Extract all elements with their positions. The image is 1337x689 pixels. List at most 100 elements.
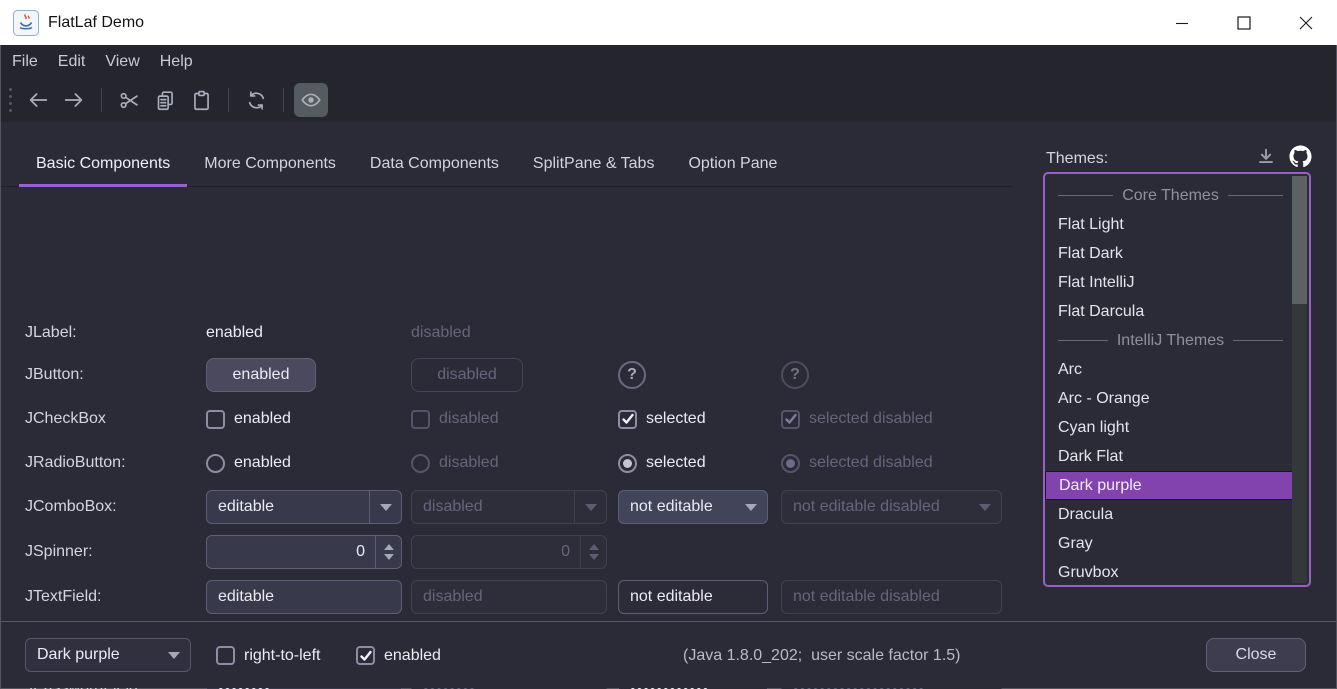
show-hidden-eye-icon [300, 89, 322, 111]
cut-button[interactable] [112, 83, 146, 117]
app-window: FlatLaf Demo File Edit View Help [0, 0, 1337, 689]
menu-edit[interactable]: Edit [48, 45, 96, 78]
combobox-dropdown-button[interactable] [369, 491, 401, 523]
theme-item-gruvbox[interactable]: Gruvbox [1045, 558, 1277, 587]
enabled-button[interactable]: enabled [206, 358, 316, 392]
combobox-not-editable[interactable]: not editable [618, 490, 768, 524]
themes-title: Themes: [1046, 150, 1108, 168]
themes-scrollbar-track[interactable] [1292, 176, 1307, 583]
themes-list-items: Core Themes Flat Light Flat Dark Flat In… [1045, 181, 1277, 587]
combobox-dropdown-button[interactable] [735, 491, 767, 523]
show-hidden-toggle-button[interactable] [294, 83, 328, 117]
spinner-disabled: 0 [411, 535, 607, 569]
combobox-dropdown-button[interactable] [158, 639, 190, 671]
tab-more-components[interactable]: More Components [187, 142, 353, 186]
close-window-button[interactable] [1275, 0, 1337, 45]
tab-option-pane[interactable]: Option Pane [671, 142, 794, 186]
theme-item-dark-flat[interactable]: Dark Flat [1045, 442, 1277, 471]
spinner-buttons [580, 536, 606, 568]
window-title: FlatLaf Demo [48, 14, 144, 32]
checkbox-enabled[interactable] [206, 410, 225, 429]
toolbar-grip-handle[interactable] [9, 88, 12, 112]
refresh-button[interactable] [239, 83, 273, 117]
theme-item-cyan-light[interactable]: Cyan light [1045, 413, 1277, 442]
jbutton-row: JButton: enabled disabled ? ? [1, 353, 1013, 397]
tab-basic-components[interactable]: Basic Components [19, 142, 187, 186]
minimize-button[interactable] [1151, 0, 1213, 45]
jtextfield-row: JTextField: editable disabled not editab… [1, 574, 1013, 620]
jcheckbox-row: JCheckBox enabled disabled selected sele… [1, 397, 1013, 441]
forward-button[interactable] [57, 83, 91, 117]
combobox-dropdown-button [574, 491, 606, 523]
checkbox-selected[interactable] [618, 410, 637, 429]
theme-item-dark-purple-selected[interactable]: Dark purple [1045, 471, 1293, 500]
jlabel-row: JLabel: enabled disabled [1, 313, 1013, 353]
chevron-down-icon [380, 504, 392, 511]
combobox-editable[interactable]: editable [206, 490, 402, 524]
textfield-editable[interactable]: editable [206, 580, 402, 614]
main-content: Basic Components More Components Data Co… [1, 122, 1336, 621]
radio-enabled[interactable] [206, 454, 225, 473]
label-enabled: enabled [206, 324, 263, 342]
jradiobutton-row-label: JRadioButton: [25, 454, 206, 472]
checkbox-disabled-label: disabled [439, 410, 499, 428]
lookandfeel-combobox[interactable]: Dark purple [25, 638, 191, 672]
theme-item-dracula[interactable]: Dracula [1045, 500, 1277, 529]
help-button-disabled: ? [781, 361, 809, 389]
cut-icon [119, 90, 140, 111]
github-icon[interactable] [1289, 145, 1312, 173]
spinner-value[interactable]: 0 [207, 543, 375, 561]
theme-item-flat-intellij[interactable]: Flat IntelliJ [1045, 268, 1277, 297]
radio-selected-label: selected [646, 454, 706, 472]
radio-disabled [411, 454, 430, 473]
theme-item-arc[interactable]: Arc [1045, 355, 1277, 384]
combobox-editable-value[interactable]: editable [207, 498, 369, 516]
toolbar-separator [228, 88, 229, 112]
window-controls [1151, 0, 1337, 45]
spinner-enabled[interactable]: 0 [206, 535, 402, 569]
theme-item-flat-dark[interactable]: Flat Dark [1045, 239, 1277, 268]
checkbox-selected-disabled-label: selected disabled [809, 410, 933, 428]
help-button[interactable]: ? [618, 361, 646, 389]
textfield-disabled: disabled [411, 580, 607, 614]
combobox-disabled-value: disabled [412, 498, 574, 516]
back-button[interactable] [21, 83, 55, 117]
jlabel-row-label: JLabel: [25, 324, 206, 342]
enabled-checkbox[interactable] [356, 646, 375, 665]
themes-list: Core Themes Flat Light Flat Dark Flat In… [1043, 172, 1311, 587]
back-icon [27, 89, 49, 111]
radio-enabled-label: enabled [234, 454, 291, 472]
radio-selected[interactable] [618, 454, 637, 473]
jspinner-row-label: JSpinner: [25, 543, 206, 561]
menu-file[interactable]: File [2, 45, 48, 78]
copy-icon [155, 90, 176, 111]
theme-group-separator: Core Themes [1045, 181, 1293, 210]
tab-data-components[interactable]: Data Components [353, 142, 516, 186]
theme-item-gray[interactable]: Gray [1045, 529, 1277, 558]
theme-item-flat-light[interactable]: Flat Light [1045, 210, 1277, 239]
spinner-down-icon[interactable] [384, 554, 394, 560]
right-to-left-checkbox[interactable] [216, 646, 235, 665]
download-icon[interactable] [1255, 146, 1277, 173]
theme-item-flat-darcula[interactable]: Flat Darcula [1045, 297, 1277, 326]
checkbox-enabled-label: enabled [234, 410, 291, 428]
theme-item-arc-orange[interactable]: Arc - Orange [1045, 384, 1277, 413]
maximize-button[interactable] [1213, 0, 1275, 45]
copy-button[interactable] [148, 83, 182, 117]
close-button[interactable]: Close [1206, 638, 1306, 672]
paste-button[interactable] [184, 83, 218, 117]
menu-view[interactable]: View [95, 45, 149, 78]
menu-help[interactable]: Help [150, 45, 203, 78]
themes-scrollbar-thumb[interactable] [1292, 176, 1307, 304]
jradiobutton-row: JRadioButton: enabled disabled selected … [1, 441, 1013, 485]
chevron-down-icon [745, 504, 757, 511]
paste-icon [191, 90, 212, 111]
spinner-buttons[interactable] [375, 536, 401, 568]
chevron-down-icon [979, 504, 991, 511]
radio-selected-disabled-label: selected disabled [809, 454, 933, 472]
theme-group-separator: IntelliJ Themes [1045, 326, 1293, 355]
radio-selected-disabled [781, 454, 800, 473]
tabbar: Basic Components More Components Data Co… [1, 122, 1013, 187]
spinner-up-icon[interactable] [384, 544, 394, 550]
tab-splitpane-tabs[interactable]: SplitPane & Tabs [516, 142, 672, 186]
